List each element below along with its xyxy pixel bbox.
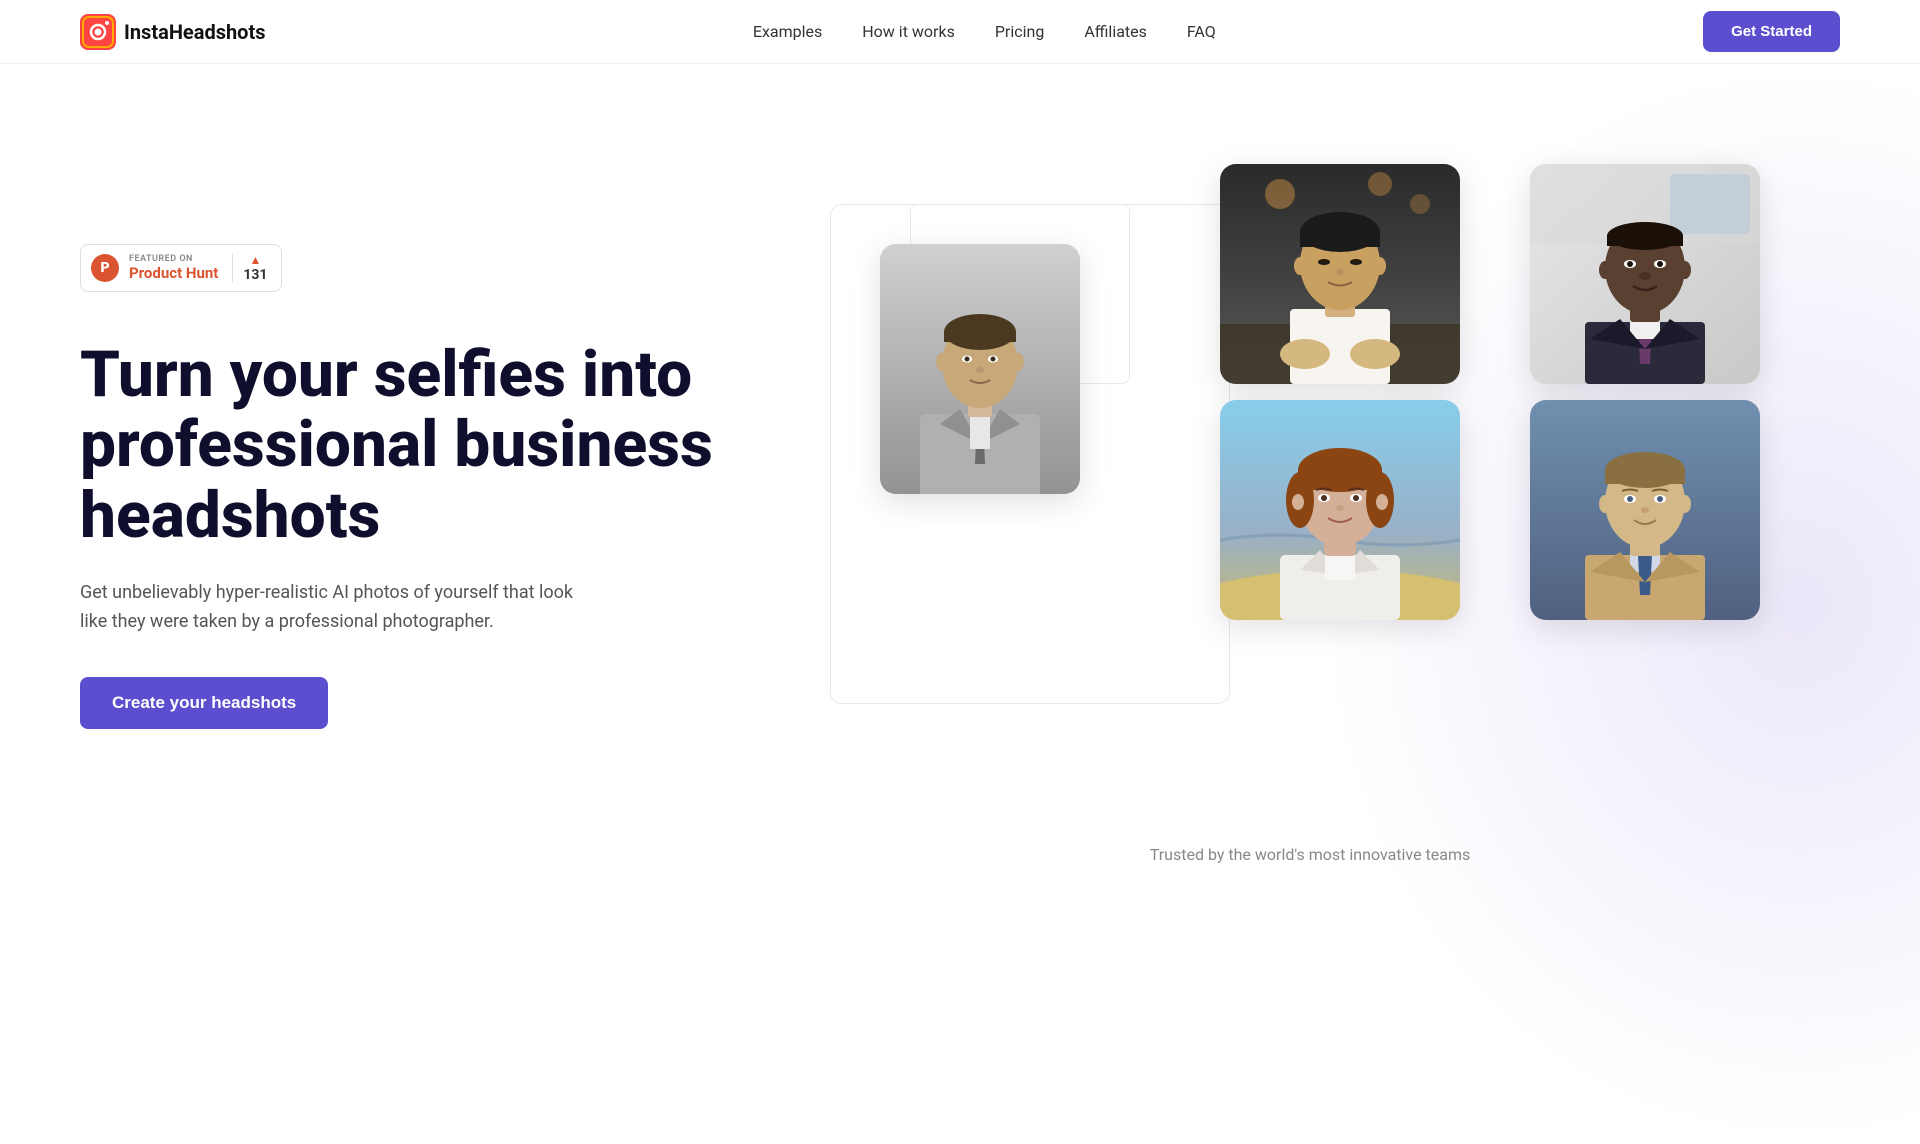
nav-faq[interactable]: FAQ: [1187, 22, 1216, 41]
trusted-bar: Trusted by the world's most innovative t…: [1150, 845, 1470, 864]
navbar: InstaHeadshots Examples How it works Pri…: [0, 0, 1920, 64]
hero-photos: Trusted by the world's most innovative t…: [780, 144, 1840, 924]
nav-examples[interactable]: Examples: [753, 22, 822, 41]
logo-icon: [80, 14, 116, 50]
hero-section: P FEATURED ON Product Hunt ▲ 131 Turn yo…: [0, 64, 1920, 964]
nav-affiliates[interactable]: Affiliates: [1084, 22, 1147, 41]
photo-center-man: [880, 244, 1080, 494]
photo-woman-auburn: [1220, 400, 1460, 620]
photo-asian-man: [1220, 164, 1460, 384]
logo-link[interactable]: InstaHeadshots: [80, 14, 266, 50]
nav-how-it-works[interactable]: How it works: [862, 22, 955, 41]
hero-subtitle: Get unbelievably hyper-realistic AI phot…: [80, 579, 600, 637]
logo-text: InstaHeadshots: [124, 20, 266, 44]
product-hunt-badge[interactable]: P FEATURED ON Product Hunt ▲ 131: [80, 244, 282, 292]
hero-title: Turn your selfies into professional busi…: [80, 340, 780, 551]
product-hunt-logo: P: [91, 254, 119, 282]
center-photo-svg: [880, 244, 1080, 494]
photo-black-man: [1530, 164, 1760, 384]
nav-links: Examples How it works Pricing Affiliates…: [753, 22, 1216, 41]
photos-right-col1: [1220, 164, 1460, 620]
photos-right-col2: [1530, 164, 1760, 620]
nav-pricing[interactable]: Pricing: [995, 22, 1045, 41]
hero-cta-button[interactable]: Create your headshots: [80, 677, 328, 729]
product-hunt-number: 131: [243, 267, 267, 283]
product-hunt-name: Product Hunt: [129, 264, 218, 282]
product-hunt-text: FEATURED ON Product Hunt: [129, 254, 218, 282]
product-hunt-count: ▲ 131: [232, 253, 267, 283]
product-hunt-featured-label: FEATURED ON: [129, 254, 218, 264]
photo-young-man-blazer: [1530, 400, 1760, 620]
trusted-text: Trusted by the world's most innovative t…: [1150, 845, 1470, 864]
hero-content: P FEATURED ON Product Hunt ▲ 131 Turn yo…: [80, 124, 780, 729]
nav-get-started-button[interactable]: Get Started: [1703, 11, 1840, 52]
upvote-arrow-icon: ▲: [249, 253, 261, 267]
